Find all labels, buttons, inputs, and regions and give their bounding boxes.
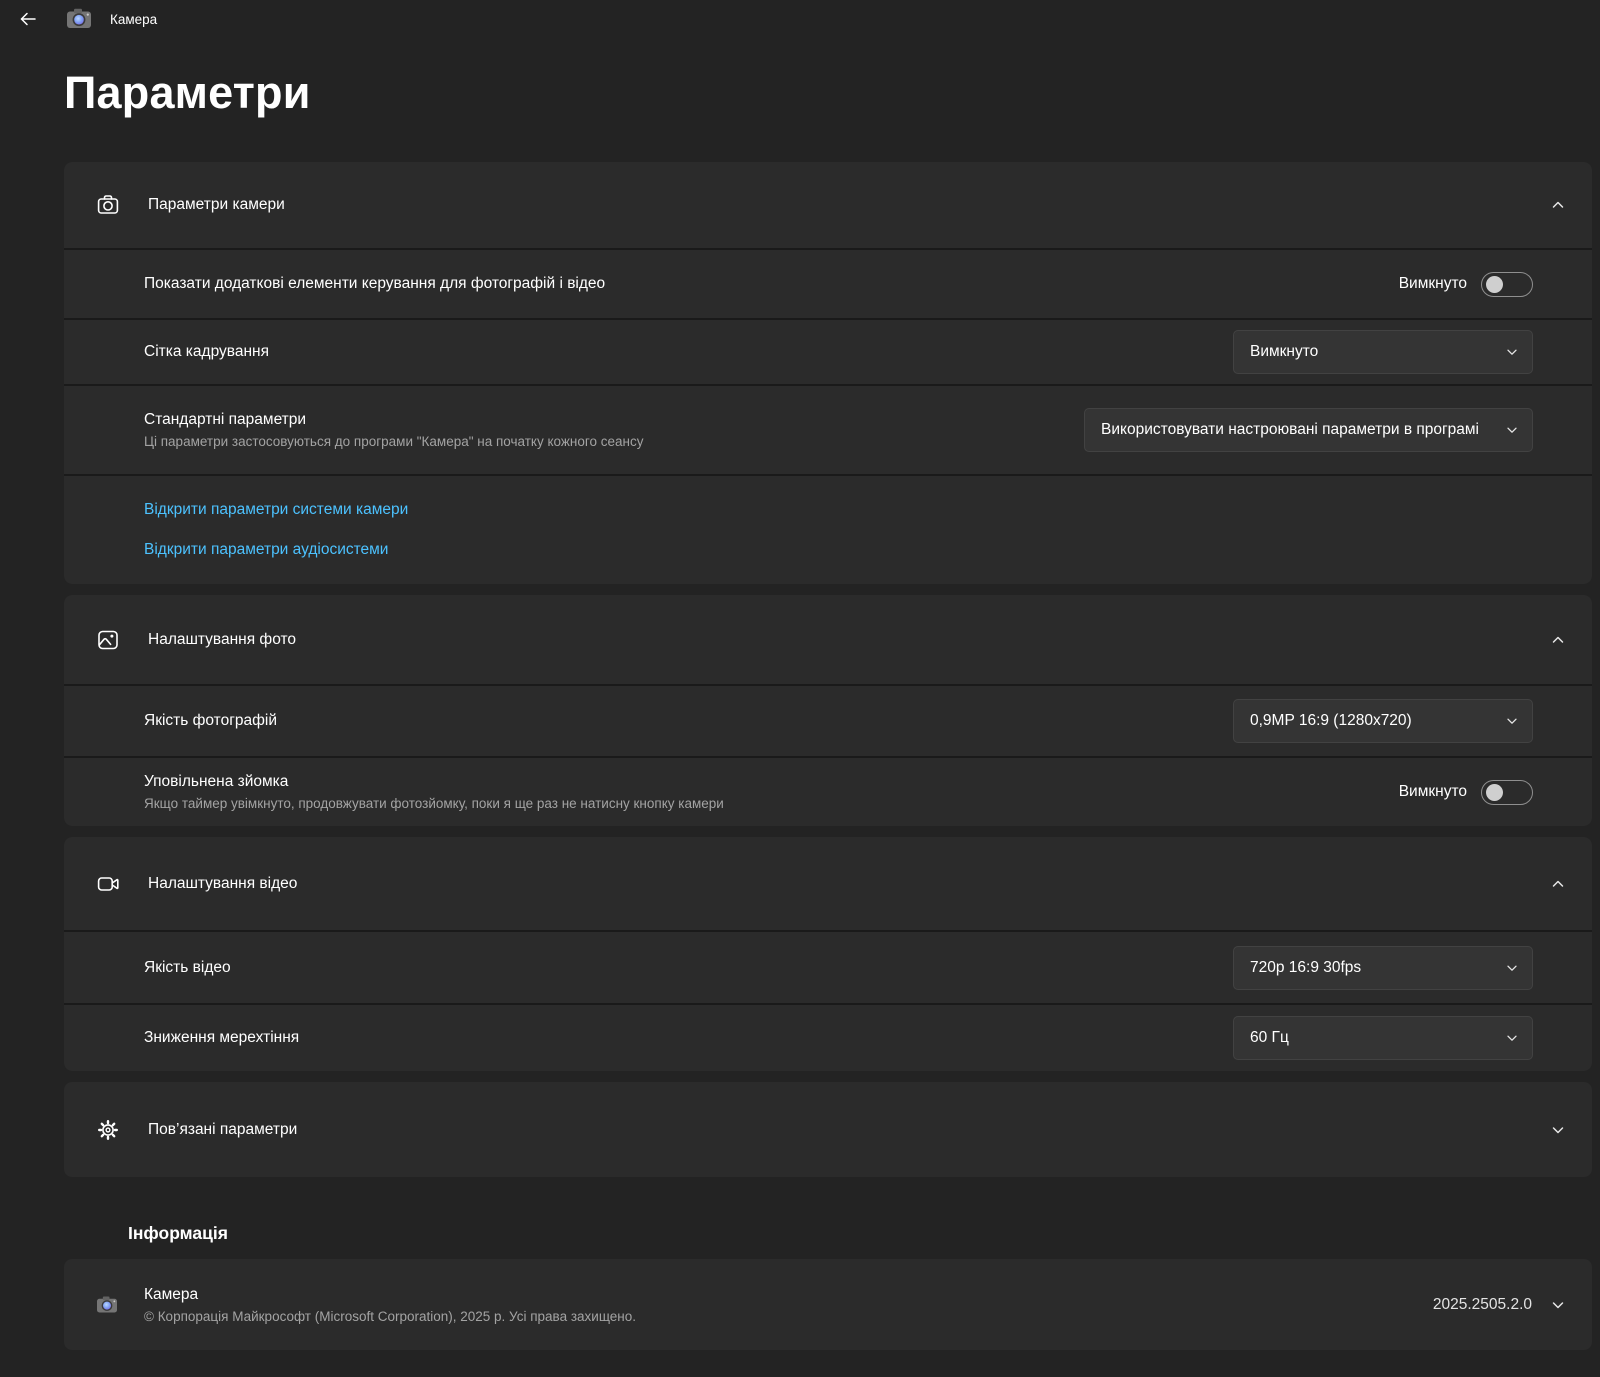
default-settings-dropdown[interactable]: Використовувати настроювані параметри в … (1084, 408, 1533, 452)
about-heading: Інформація (128, 1223, 1592, 1244)
extra-controls-row: Показати додаткові елементи керування дл… (64, 250, 1592, 318)
related-settings-card: Пов’язані параметри (64, 1082, 1592, 1177)
timelapse-row: Уповільнена зйомка Якщо таймер увімкнуто… (64, 758, 1592, 826)
chevron-down-icon (1505, 1031, 1519, 1045)
chevron-down-icon (1505, 714, 1519, 728)
flicker-reduction-label: Зниження мерехтіння (144, 1029, 1203, 1047)
section-title: Налаштування відео (148, 875, 297, 893)
video-quality-dropdown[interactable]: 720p 16:9 30fps (1233, 946, 1533, 990)
default-settings-row: Стандартні параметри Ці параметри застос… (64, 386, 1592, 474)
video-settings-card: Налаштування відео Якість відео 720p 16:… (64, 837, 1592, 1071)
section-title: Пов’язані параметри (148, 1121, 297, 1139)
gear-icon (96, 1118, 120, 1142)
flicker-reduction-dropdown[interactable]: 60 Гц (1233, 1016, 1533, 1060)
flicker-reduction-row: Зниження мерехтіння 60 Гц (64, 1005, 1592, 1071)
photo-icon (96, 628, 120, 652)
default-settings-description: Ці параметри застосовуються до програми … (144, 434, 1054, 449)
video-settings-header[interactable]: Налаштування відео (64, 837, 1592, 930)
video-quality-row: Якість відео 720p 16:9 30fps (64, 932, 1592, 1003)
extra-controls-toggle[interactable] (1481, 272, 1533, 297)
toggle-status-label: Вимкнуто (1399, 275, 1467, 293)
camera-app-icon (66, 7, 92, 31)
related-settings-header[interactable]: Пов’язані параметри (64, 1082, 1592, 1177)
back-button[interactable] (12, 3, 44, 35)
framing-grid-dropdown[interactable]: Вимкнуто (1233, 330, 1533, 374)
framing-grid-label: Сітка кадрування (144, 343, 1203, 361)
photo-quality-label: Якість фотографій (144, 712, 1203, 730)
chevron-up-icon (1550, 197, 1566, 213)
chevron-up-icon (1550, 876, 1566, 892)
photo-settings-header[interactable]: Налаштування фото (64, 595, 1592, 684)
photo-settings-card: Налаштування фото Якість фотографій 0,9M… (64, 595, 1592, 826)
open-audio-settings-link[interactable]: Відкрити параметри аудіосистеми (144, 541, 388, 559)
timelapse-label: Уповільнена зйомка (144, 773, 1369, 791)
topbar: Камера (0, 0, 1600, 38)
chevron-down-icon[interactable] (1550, 1297, 1566, 1313)
settings-content: Параметри камери Показати додаткові елем… (64, 162, 1592, 1350)
video-quality-label: Якість відео (144, 959, 1203, 977)
camera-settings-header[interactable]: Параметри камери (64, 162, 1592, 248)
about-row: Камера © Корпорація Майкрософт (Microsof… (64, 1259, 1592, 1350)
default-settings-label: Стандартні параметри (144, 411, 1054, 429)
video-icon (96, 872, 120, 896)
camera-settings-card: Параметри камери Показати додаткові елем… (64, 162, 1592, 584)
open-system-camera-settings-link[interactable]: Відкрити параметри системи камери (144, 501, 408, 519)
about-app-name: Камера (144, 1286, 636, 1304)
back-arrow-icon (18, 9, 38, 29)
about-copyright: © Корпорація Майкрософт (Microsoft Corpo… (144, 1309, 636, 1324)
toggle-status-label: Вимкнуто (1399, 783, 1467, 801)
app-version: 2025.2505.2.0 (1433, 1296, 1532, 1314)
extra-controls-label: Показати додаткові елементи керування дл… (144, 275, 1369, 293)
section-title: Налаштування фото (148, 631, 296, 649)
chevron-up-icon (1550, 632, 1566, 648)
section-title: Параметри камери (148, 196, 285, 214)
chevron-down-icon (1505, 345, 1519, 359)
app-title: Камера (110, 12, 157, 27)
chevron-down-icon (1505, 961, 1519, 975)
camera-app-icon (96, 1295, 118, 1315)
timelapse-toggle[interactable] (1481, 780, 1533, 805)
timelapse-description: Якщо таймер увімкнуто, продовжувати фото… (144, 796, 1369, 811)
camera-links-row: Відкрити параметри системи камери Відкри… (64, 476, 1592, 584)
chevron-down-icon (1550, 1122, 1566, 1138)
framing-grid-row: Сітка кадрування Вимкнуто (64, 320, 1592, 384)
about-card: Камера © Корпорація Майкрософт (Microsof… (64, 1259, 1592, 1350)
camera-icon (96, 193, 120, 217)
page-title: Параметри (64, 66, 1600, 120)
chevron-down-icon (1505, 423, 1519, 437)
photo-quality-dropdown[interactable]: 0,9MP 16:9 (1280x720) (1233, 699, 1533, 743)
photo-quality-row: Якість фотографій 0,9MP 16:9 (1280x720) (64, 686, 1592, 756)
